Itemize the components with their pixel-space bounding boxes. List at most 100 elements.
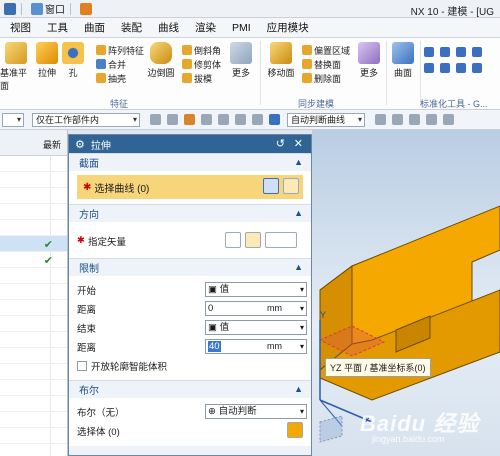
- hole-button[interactable]: 孔: [62, 42, 84, 79]
- replace-face-button[interactable]: 替换面: [302, 58, 341, 70]
- navigator-row[interactable]: [0, 364, 67, 380]
- standard-tool-7[interactable]: [456, 62, 468, 74]
- standard-tool-8[interactable]: [472, 62, 484, 74]
- reset-icon[interactable]: ↺: [276, 137, 285, 150]
- vector-type-dropdown[interactable]: [265, 232, 297, 248]
- standard-tool-6[interactable]: [440, 62, 452, 74]
- scope-filter-combo[interactable]: 仅在工作部件内: [32, 112, 140, 127]
- start-type-select[interactable]: ▣ 值: [205, 282, 307, 297]
- menu-curve[interactable]: 曲线: [150, 20, 187, 35]
- navigator-row[interactable]: [0, 348, 67, 364]
- surface-button[interactable]: 曲面: [390, 42, 416, 79]
- menu-tools[interactable]: 工具: [39, 20, 76, 35]
- navigator-row[interactable]: [0, 188, 67, 204]
- menu-assembly[interactable]: 装配: [113, 20, 150, 35]
- required-marker: ✱: [77, 235, 85, 246]
- limits-header[interactable]: 限制 ▲: [69, 258, 311, 276]
- snap-point-icon[interactable]: [375, 114, 386, 125]
- open-profile-row[interactable]: 开放轮廓智能体积: [77, 356, 303, 375]
- menu-surface[interactable]: 曲面: [76, 20, 113, 35]
- snap-center-icon[interactable]: [426, 114, 437, 125]
- navigator-row[interactable]: [0, 284, 67, 300]
- snap-end-icon[interactable]: [392, 114, 403, 125]
- section-header[interactable]: 截面 ▲: [69, 153, 311, 171]
- navigator-row[interactable]: [0, 380, 67, 396]
- specify-vector-row[interactable]: ✱ 指定矢量: [77, 231, 303, 250]
- collapse-icon[interactable]: ▲: [294, 384, 303, 394]
- menu-application[interactable]: 应用模块: [259, 20, 317, 35]
- navigator-row[interactable]: [0, 204, 67, 220]
- collapse-icon[interactable]: ▲: [294, 157, 303, 167]
- navigator-row[interactable]: [0, 220, 67, 236]
- box-select-icon[interactable]: [235, 114, 246, 125]
- menu-view[interactable]: 视图: [2, 20, 39, 35]
- curve-rule-combo[interactable]: 自动判断曲线: [287, 112, 365, 127]
- more-features-button[interactable]: 更多: [228, 42, 254, 79]
- navigator-row[interactable]: [0, 300, 67, 316]
- point-icon[interactable]: [201, 114, 212, 125]
- datum-plane-button[interactable]: 基准平面: [0, 42, 32, 92]
- navigator-row[interactable]: ✔: [0, 252, 67, 268]
- navigator-row-selected[interactable]: ✔: [0, 236, 67, 252]
- boolean-select[interactable]: ⊕ 自动判断: [205, 404, 307, 419]
- latest-column-header[interactable]: 最新: [43, 138, 61, 151]
- reverse-direction-button[interactable]: [225, 232, 241, 248]
- start-distance-input[interactable]: 0 mm: [205, 301, 307, 316]
- trim-body-button[interactable]: 修剪体: [182, 58, 221, 70]
- body-icon[interactable]: [269, 114, 280, 125]
- standard-tool-4[interactable]: [472, 46, 484, 58]
- standard-tool-2[interactable]: [440, 46, 452, 58]
- navigator-row[interactable]: [0, 156, 67, 172]
- snap-mid-icon[interactable]: [409, 114, 420, 125]
- offset-region-button[interactable]: 偏置区域: [302, 44, 350, 56]
- unite-button[interactable]: 合并: [96, 58, 126, 70]
- filter-icon[interactable]: [167, 114, 178, 125]
- select-body-button[interactable]: [287, 422, 303, 438]
- curve-select-button[interactable]: [283, 178, 299, 194]
- snap-int-icon[interactable]: [443, 114, 454, 125]
- open-profile-checkbox[interactable]: [77, 360, 87, 371]
- graphics-viewport[interactable]: Y Z YZ 平面 / 基准坐标系(0) Baidu 经验 jingyan.ba…: [312, 130, 500, 456]
- move-face-button[interactable]: 移动面: [266, 42, 296, 79]
- delete-face-button[interactable]: 删除面: [302, 72, 341, 84]
- menu-render[interactable]: 渲染: [187, 20, 224, 35]
- navigator-row[interactable]: [0, 332, 67, 348]
- window-menu[interactable]: 窗口: [45, 1, 65, 16]
- window-icon[interactable]: [31, 2, 43, 15]
- navigator-row[interactable]: [0, 316, 67, 332]
- menu-pmi[interactable]: PMI: [224, 22, 259, 34]
- navigator-row[interactable]: [0, 428, 67, 444]
- type-filter-combo[interactable]: [2, 112, 24, 127]
- collapse-icon[interactable]: ▲: [294, 208, 303, 218]
- standard-tool-5[interactable]: [424, 62, 436, 74]
- navigator-row[interactable]: [0, 172, 67, 188]
- select-icon[interactable]: [184, 114, 195, 125]
- shell-button[interactable]: 抽壳: [96, 72, 126, 84]
- select-body-row[interactable]: 选择体 (0): [77, 421, 303, 440]
- pattern-feature-button[interactable]: 阵列特征: [96, 44, 144, 56]
- standard-tool-3[interactable]: [456, 46, 468, 58]
- extrude-button[interactable]: 拉伸: [34, 42, 60, 79]
- select-curve-row[interactable]: ✱ 选择曲线 (0): [77, 175, 303, 199]
- chamfer-button[interactable]: 倒斜角: [182, 44, 221, 56]
- lasso-icon[interactable]: [218, 114, 229, 125]
- sketch-section-button[interactable]: [263, 178, 279, 194]
- standard-tool-1[interactable]: [424, 46, 436, 58]
- more-sync-button[interactable]: 更多: [356, 42, 382, 79]
- navigator-row[interactable]: [0, 412, 67, 428]
- collapse-icon[interactable]: ▲: [294, 262, 303, 272]
- save-icon[interactable]: [4, 2, 16, 15]
- gear-icon[interactable]: ⚙: [75, 138, 85, 151]
- edge-blend-button[interactable]: 边倒圆: [146, 42, 176, 79]
- close-icon[interactable]: ✕: [294, 137, 303, 150]
- end-distance-input[interactable]: 40 mm: [205, 339, 307, 354]
- vector-dialog-button[interactable]: [245, 232, 261, 248]
- navigator-row[interactable]: [0, 268, 67, 284]
- navigator-row[interactable]: [0, 396, 67, 412]
- direction-header[interactable]: 方向 ▲: [69, 204, 311, 222]
- snap-icon[interactable]: [150, 114, 161, 125]
- end-type-select[interactable]: ▣ 值: [205, 320, 307, 335]
- draft-button[interactable]: 拔模: [182, 72, 212, 84]
- boolean-header[interactable]: 布尔 ▲: [69, 380, 311, 398]
- view-icon[interactable]: [252, 114, 263, 125]
